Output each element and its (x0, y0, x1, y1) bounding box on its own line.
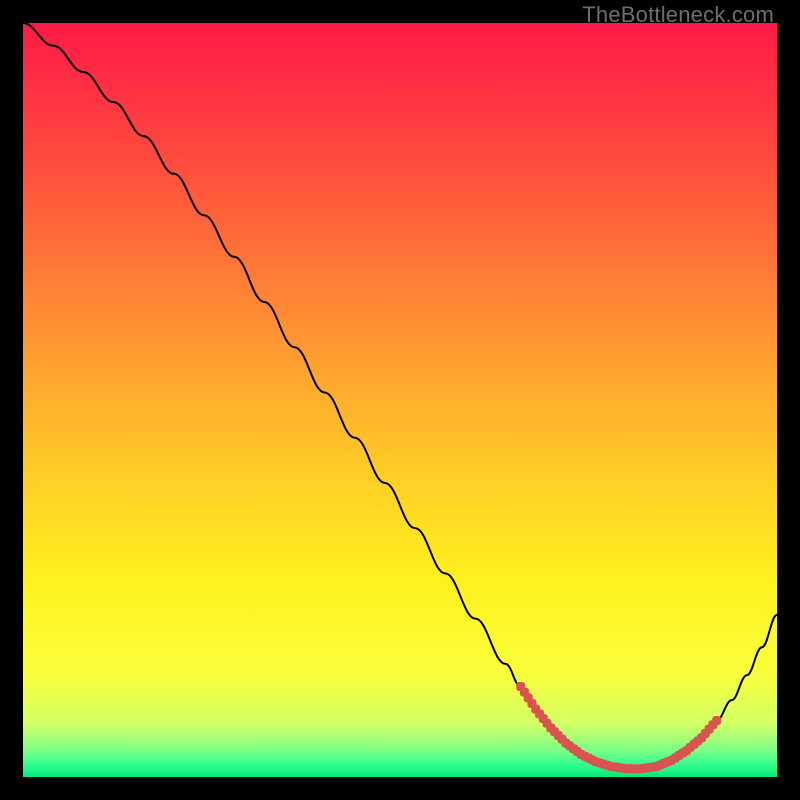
gradient-background (23, 23, 777, 777)
plot-area (23, 23, 777, 777)
bottleneck-marker-dot (712, 716, 721, 725)
chart-frame: TheBottleneck.com (0, 0, 800, 800)
chart-svg (23, 23, 777, 777)
